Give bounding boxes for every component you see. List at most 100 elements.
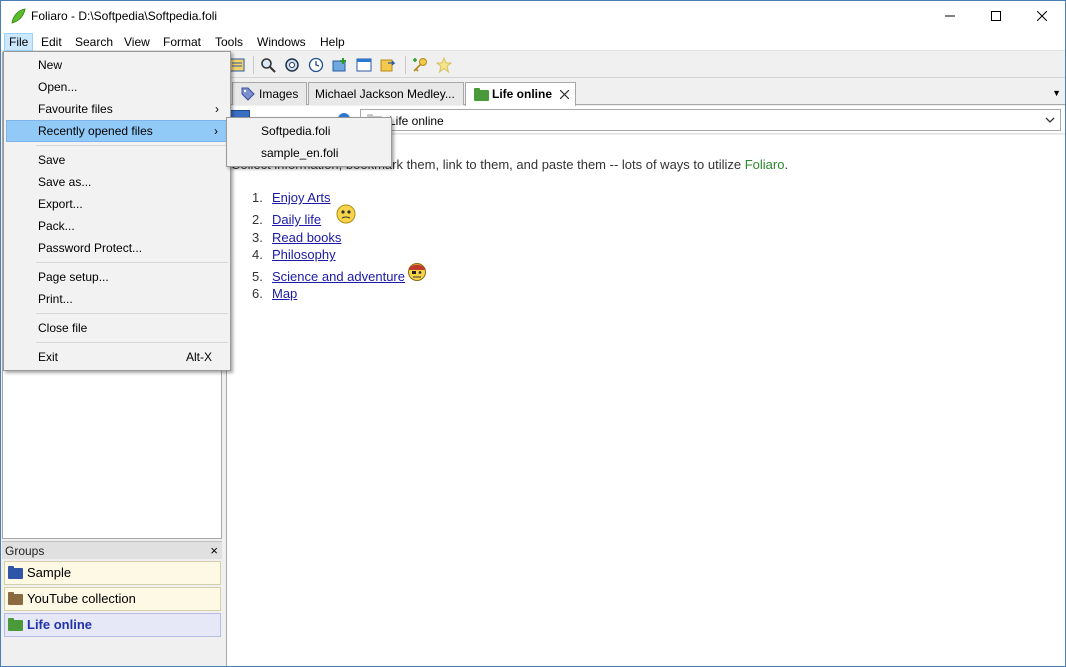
group-life-online[interactable]: Life online [4, 613, 221, 637]
star-icon [436, 57, 452, 73]
menu-item-label: Exit [38, 350, 59, 364]
list-number: 1. [252, 190, 263, 205]
menu-item-print[interactable]: Print... [6, 288, 228, 310]
intro-period: . [784, 157, 789, 172]
list-item: 4. Philosophy [252, 246, 405, 268]
window-icon [356, 58, 372, 72]
menu-tools[interactable]: Tools [211, 33, 247, 51]
link-enjoy-arts[interactable]: Enjoy Arts [272, 190, 331, 205]
list-item: 2. Daily life [252, 204, 405, 229]
maximize-button[interactable] [973, 1, 1019, 31]
recent-files-submenu: Softpedia.foli sample_en.foli [226, 117, 392, 167]
menu-item-favourite-files[interactable]: Favourite files › [6, 98, 228, 120]
groups-header: Groups × [2, 541, 222, 559]
address-value: Life online [389, 114, 444, 128]
menu-separator [36, 145, 228, 146]
menu-item-close-file[interactable]: Close file [6, 317, 228, 339]
recent-file-item[interactable]: Softpedia.foli [229, 120, 389, 142]
menu-item-label: Page setup... [38, 270, 109, 284]
chevron-down-icon[interactable] [1044, 112, 1056, 128]
menu-item-label: Save as... [38, 175, 92, 189]
list-number: 6. [252, 286, 263, 301]
menu-item-label: Open... [38, 80, 78, 94]
menu-file[interactable]: File [4, 33, 34, 51]
toolbar [226, 52, 1065, 78]
title-bar[interactable]: Foliaro - D:\Softpedia\Softpedia.foli [1, 1, 1065, 31]
tab-images[interactable]: Images [232, 82, 307, 105]
close-icon[interactable] [560, 90, 569, 99]
tab-life-online[interactable]: Life online [465, 82, 576, 106]
new-folder-button[interactable] [331, 56, 349, 74]
address-field[interactable]: Life online [360, 109, 1061, 131]
list-number: 5. [252, 269, 263, 284]
app-window: Foliaro - D:\Softpedia\Softpedia.foli Fi… [0, 0, 1066, 667]
star-button[interactable] [435, 56, 453, 74]
tab-list-dropdown[interactable]: ▼ [1052, 88, 1061, 98]
menu-edit[interactable]: Edit [37, 33, 66, 51]
link-science-and-adventure[interactable]: Science and adventure [272, 269, 405, 284]
tab-michael-jackson-medley[interactable]: Michael Jackson Medley... [308, 82, 464, 105]
key-button[interactable] [411, 56, 429, 74]
menu-item-label: Print... [38, 292, 73, 306]
menu-item-new[interactable]: New [6, 54, 228, 76]
menu-item-pack[interactable]: Pack... [6, 215, 228, 237]
close-icon [1037, 11, 1047, 21]
clock-icon [308, 57, 324, 73]
tag-icon [241, 87, 255, 101]
menu-item-label: Favourite files [38, 102, 113, 116]
pirate-face-icon [408, 263, 426, 281]
group-label: Sample [27, 565, 72, 580]
search-button[interactable] [259, 56, 277, 74]
menu-item-save[interactable]: Save [6, 149, 228, 171]
toolbar-separator [405, 56, 406, 74]
menu-view[interactable]: View [120, 33, 154, 51]
menu-item-label: Pack... [38, 219, 75, 233]
menu-search[interactable]: Search [71, 33, 117, 51]
menu-item-recently-opened-files[interactable]: Recently opened files › [6, 120, 228, 142]
minimize-icon [945, 15, 955, 17]
menu-item-page-setup[interactable]: Page setup... [6, 266, 228, 288]
minimize-button[interactable] [927, 1, 973, 31]
link-daily-life[interactable]: Daily life [272, 212, 321, 227]
menu-help[interactable]: Help [316, 33, 349, 51]
list-item: 5. Science and adventure [252, 263, 426, 285]
window-button[interactable] [355, 56, 373, 74]
groups-title: Groups [5, 544, 45, 558]
menu-item-exit[interactable]: Exit Alt-X [6, 346, 228, 368]
menu-item-label: Save [38, 153, 66, 167]
search-icon [261, 58, 276, 73]
list-number: 3. [252, 230, 263, 245]
close-button[interactable] [1019, 1, 1065, 31]
menu-item-export[interactable]: Export... [6, 193, 228, 215]
find-button[interactable] [283, 56, 301, 74]
folder-arrow-button[interactable] [379, 56, 397, 74]
group-sample[interactable]: Sample [4, 561, 221, 585]
menu-separator [36, 262, 228, 263]
recent-file-item[interactable]: sample_en.foli [229, 142, 389, 164]
file-menu-dropdown: New Open... Favourite files › Recently op… [3, 51, 231, 371]
link-read-books[interactable]: Read books [272, 230, 341, 245]
chevron-right-icon: › [215, 102, 219, 116]
close-icon[interactable]: × [210, 543, 218, 558]
menu-format[interactable]: Format [159, 33, 205, 51]
menu-item-password-protect[interactable]: Password Protect... [6, 237, 228, 259]
menu-bar: File Edit Search View Format Tools Windo… [1, 31, 1065, 51]
link-map[interactable]: Map [272, 286, 297, 301]
folder-arrow-icon [380, 59, 396, 72]
menu-item-save-as[interactable]: Save as... [6, 171, 228, 193]
list-item: 3. Read books [252, 229, 405, 246]
group-label: YouTube collection [27, 591, 136, 606]
link-philosophy[interactable]: Philosophy [272, 247, 336, 262]
folder-icon [474, 88, 489, 101]
menu-item-open[interactable]: Open... [6, 76, 228, 98]
list-item: 1. Enjoy Arts [252, 189, 405, 211]
tab-bar: Images Michael Jackson Medley... Life on… [226, 79, 1065, 106]
menu-item-label: Recently opened files [38, 124, 153, 138]
group-label: Life online [27, 617, 92, 632]
folder-icon [8, 618, 23, 631]
group-youtube-collection[interactable]: YouTube collection [4, 587, 221, 611]
menu-windows[interactable]: Windows [253, 33, 310, 51]
document-view[interactable]: Collect information, bookmark them, link… [226, 135, 1065, 666]
clock-button[interactable] [307, 56, 325, 74]
maximize-icon [991, 11, 1001, 21]
